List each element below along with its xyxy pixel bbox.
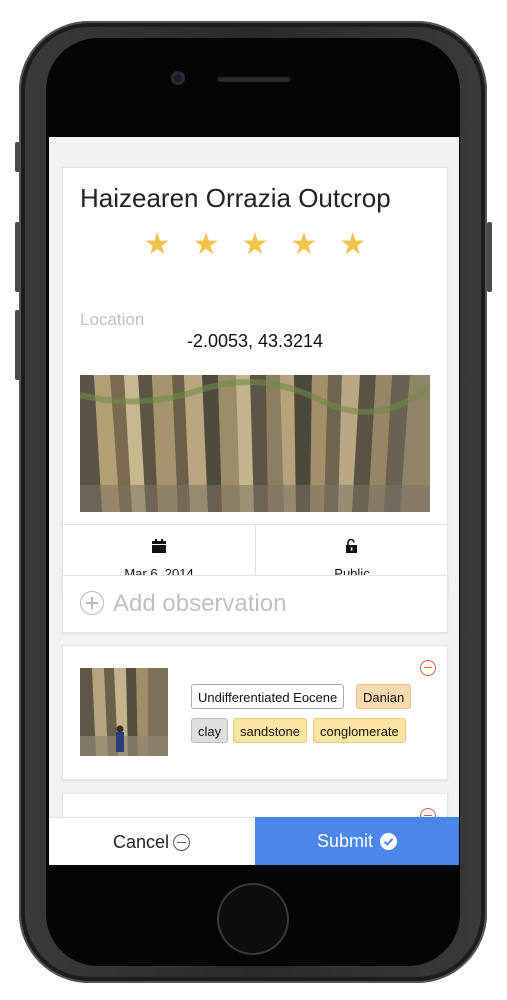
- add-observation-button[interactable]: Add observation: [62, 575, 448, 633]
- tag-clay[interactable]: clay: [191, 718, 229, 743]
- mute-switch: [15, 142, 20, 172]
- observation-photo: [80, 668, 168, 756]
- location-label: Location: [80, 310, 145, 329]
- cancel-label: Cancel: [113, 832, 170, 852]
- outcrop-card: Haizearen Orrazia Outcrop ★ ★ ★ ★ ★ Location…: [62, 167, 448, 593]
- add-observation-label: Add observation: [113, 590, 287, 617]
- front-camera: [171, 71, 185, 85]
- star-icon[interactable]: ★: [193, 228, 220, 262]
- observation-card[interactable]: Undifferentiated Eocene Danian clay sand…: [62, 645, 448, 780]
- tag-sandstone[interactable]: sandstone: [233, 718, 307, 743]
- tag-conglomerate[interactable]: conglomerate: [313, 718, 406, 743]
- outcrop-title: Haizearen Orrazia Outcrop: [80, 183, 391, 213]
- observation-card-2[interactable]: [62, 793, 448, 817]
- observation-thumbnail[interactable]: [80, 668, 168, 756]
- star-icon[interactable]: ★: [290, 228, 317, 262]
- volume-down-button: [15, 310, 20, 380]
- cancel-button[interactable]: Cancel: [49, 817, 255, 865]
- location-value: -2.0053, 43.3214: [186, 331, 324, 351]
- star-icon[interactable]: ★: [144, 228, 171, 262]
- check-circle-icon: [380, 833, 397, 850]
- minus-circle-icon[interactable]: [420, 808, 436, 817]
- home-button[interactable]: [217, 883, 289, 955]
- app-screen: Haizearen Orrazia Outcrop ★ ★ ★ ★ ★ Location…: [49, 137, 459, 865]
- star-icon[interactable]: ★: [339, 228, 366, 262]
- outcrop-photo[interactable]: [80, 375, 430, 512]
- earpiece-speaker: [217, 76, 291, 82]
- rock-strata-image: [80, 375, 430, 512]
- bottom-action-bar: Cancel Submit: [49, 817, 459, 865]
- star-rating[interactable]: ★ ★ ★ ★ ★: [63, 228, 447, 262]
- plus-circle-icon: [80, 591, 104, 615]
- star-icon[interactable]: ★: [242, 228, 269, 262]
- minus-circle-icon: [173, 834, 190, 851]
- submit-label: Submit: [317, 831, 374, 851]
- unlock-icon: [346, 538, 357, 553]
- tag-danian[interactable]: Danian: [356, 684, 412, 709]
- volume-up-button: [15, 222, 20, 292]
- power-button: [487, 222, 492, 292]
- calendar-icon: [152, 539, 166, 553]
- submit-button[interactable]: Submit: [255, 817, 459, 865]
- tag-undifferentiated-eocene[interactable]: Undifferentiated Eocene: [191, 684, 345, 709]
- minus-circle-icon[interactable]: [420, 660, 436, 676]
- scroll-area[interactable]: Haizearen Orrazia Outcrop ★ ★ ★ ★ ★ Location…: [49, 137, 459, 817]
